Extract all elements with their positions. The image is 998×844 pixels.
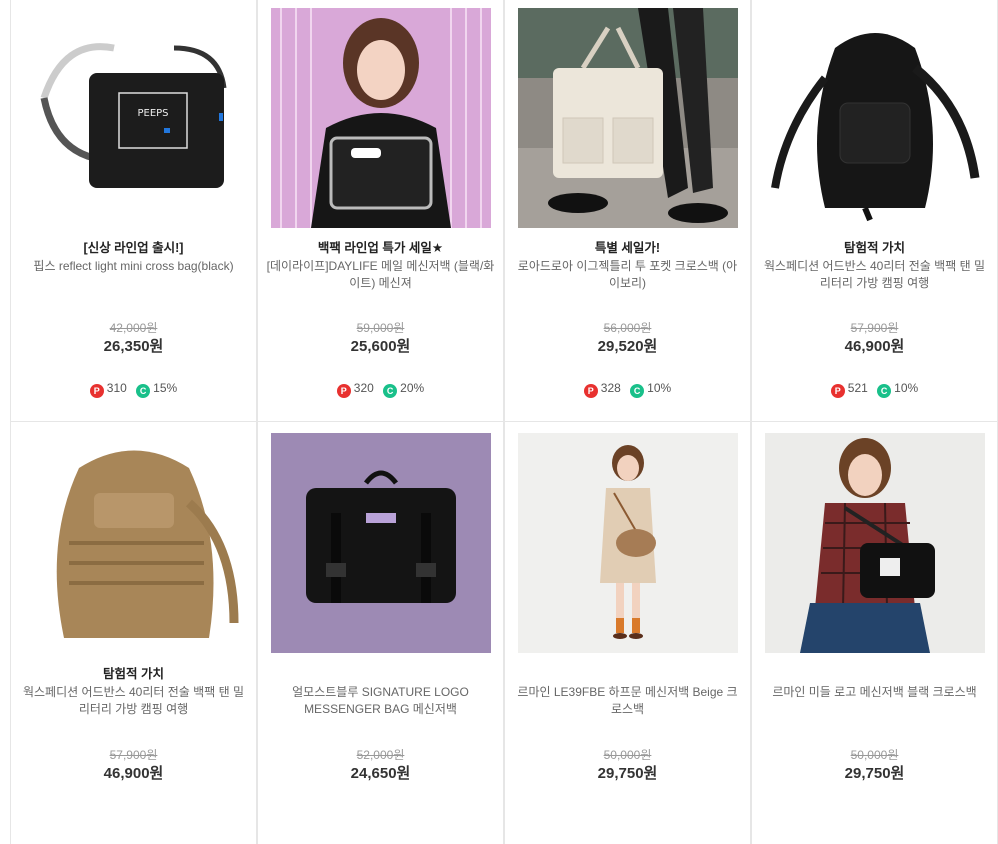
coupon-value: 10% [894, 381, 919, 395]
product-info: 얼모스트블루 SIGNATURE LOGO MESSENGER BAG 메신저백 [266, 666, 495, 718]
point-icon: P [583, 384, 598, 398]
product-card[interactable]: PEEPS [신상 라인업 출시!] 핍스 reflect light mini… [10, 0, 257, 422]
svg-text:PEEPS: PEEPS [137, 108, 168, 119]
product-image[interactable] [24, 433, 244, 653]
sale-price: 24,650원 [350, 765, 411, 782]
coupon-value: 20% [400, 381, 425, 395]
coupon-value: 15% [153, 381, 178, 395]
sale-price: 26,350원 [103, 338, 164, 355]
sale-price: 46,900원 [103, 765, 164, 782]
product-card[interactable]: 백팩 라인업 특가 세일★ [데이라이프]DAYLIFE 메일 메신저백 (블랙… [257, 0, 504, 422]
product-tagline [266, 666, 495, 683]
product-info: 탐험적 가치 웍스페디션 어드반스 40리터 전술 백팩 탠 밀리터리 가방 캠… [19, 666, 248, 718]
reward-info: P 521 C 10% [752, 381, 997, 398]
point-icon: P [336, 384, 351, 398]
original-price: 52,000원 [356, 748, 405, 762]
product-card[interactable]: 탐험적 가치 웍스페디션 어드반스 40리터 전술 백팩 탠 밀리터리 가방 캠… [751, 0, 998, 422]
product-info: 백팩 라인업 특가 세일★ [데이라이프]DAYLIFE 메일 메신저백 (블랙… [266, 240, 495, 292]
product-info: 특별 세일가! 로아드로아 이그젝틀리 투 포켓 크로스백 (아이보리) [513, 240, 742, 292]
original-price: 50,000원 [603, 748, 652, 762]
product-card[interactable]: 탐험적 가치 웍스페디션 어드반스 40리터 전술 백팩 탠 밀리터리 가방 캠… [10, 422, 257, 844]
coupon-icon: C [136, 384, 151, 398]
product-card[interactable]: 르마인 LE39FBE 하프문 메신저백 Beige 크로스백 50,000원 … [504, 422, 751, 844]
product-grid: PEEPS [신상 라인업 출시!] 핍스 reflect light mini… [10, 0, 998, 844]
price-block: 56,000원 29,520원 [505, 320, 750, 356]
original-price: 57,900원 [850, 321, 899, 335]
coupon-icon: C [630, 384, 645, 398]
original-price: 56,000원 [603, 321, 652, 335]
product-image[interactable] [518, 433, 738, 653]
price-block: 59,000원 25,600원 [258, 320, 503, 356]
sale-price: 29,750원 [844, 765, 905, 782]
product-card[interactable]: 얼모스트블루 SIGNATURE LOGO MESSENGER BAG 메신저백… [257, 422, 504, 844]
product-tagline: 탐험적 가치 [844, 241, 905, 255]
product-info: [신상 라인업 출시!] 핍스 reflect light mini cross… [19, 240, 248, 275]
coupon-icon: C [383, 384, 398, 398]
product-name[interactable]: 얼모스트블루 SIGNATURE LOGO MESSENGER BAG 메신저백 [266, 684, 495, 718]
product-name[interactable]: [데이라이프]DAYLIFE 메일 메신저백 (블랙/화이트) 메신져 [266, 258, 495, 292]
sale-price: 25,600원 [350, 338, 411, 355]
product-name[interactable]: 핍스 reflect light mini cross bag(black) [19, 258, 248, 275]
product-image[interactable] [271, 8, 491, 228]
product-card[interactable]: 특별 세일가! 로아드로아 이그젝틀리 투 포켓 크로스백 (아이보리) 56,… [504, 0, 751, 422]
product-tagline: [신상 라인업 출시!] [83, 241, 184, 255]
point-icon: P [830, 384, 845, 398]
coupon-value: 10% [647, 381, 672, 395]
original-price: 50,000원 [850, 748, 899, 762]
product-card[interactable]: 르마인 미들 로고 메신저백 블랙 크로스백 50,000원 29,750원 [751, 422, 998, 844]
product-name[interactable]: 로아드로아 이그젝틀리 투 포켓 크로스백 (아이보리) [513, 258, 742, 292]
sale-price: 29,520원 [597, 338, 658, 355]
reward-info: P 320 C 20% [258, 381, 503, 398]
product-info: 르마인 미들 로고 메신저백 블랙 크로스백 [760, 666, 989, 701]
sale-price: 29,750원 [597, 765, 658, 782]
product-name[interactable]: 웍스페디션 어드반스 40리터 전술 백팩 탠 밀리터리 가방 캠핑 여행 [760, 258, 989, 292]
product-tagline [760, 666, 989, 683]
original-price: 42,000원 [109, 321, 158, 335]
product-tagline: 백팩 라인업 특가 세일★ [317, 241, 444, 255]
point-value: 328 [600, 381, 621, 395]
product-tagline [513, 666, 742, 683]
product-name[interactable]: 르마인 미들 로고 메신저백 블랙 크로스백 [760, 684, 989, 701]
product-name[interactable]: 웍스페디션 어드반스 40리터 전술 백팩 탠 밀리터리 가방 캠핑 여행 [19, 684, 248, 718]
product-name[interactable]: 르마인 LE39FBE 하프문 메신저백 Beige 크로스백 [513, 684, 742, 718]
reward-info: P 328 C 10% [505, 381, 750, 398]
point-icon: P [89, 384, 104, 398]
original-price: 57,900원 [109, 748, 158, 762]
price-block: 42,000원 26,350원 [11, 320, 256, 356]
product-info: 탐험적 가치 웍스페디션 어드반스 40리터 전술 백팩 탠 밀리터리 가방 캠… [760, 240, 989, 292]
product-tagline: 탐험적 가치 [103, 667, 164, 681]
coupon-icon: C [877, 384, 892, 398]
product-image[interactable] [271, 433, 491, 653]
product-image[interactable] [765, 8, 985, 228]
reward-info: P 310 C 15% [11, 381, 256, 398]
point-value: 320 [353, 381, 374, 395]
product-image[interactable] [518, 8, 738, 228]
price-block: 57,900원 46,900원 [752, 320, 997, 356]
point-value: 310 [106, 381, 127, 395]
sale-price: 46,900원 [844, 338, 905, 355]
product-image[interactable] [765, 433, 985, 653]
product-image[interactable]: PEEPS [24, 8, 244, 228]
product-info: 르마인 LE39FBE 하프문 메신저백 Beige 크로스백 [513, 666, 742, 718]
point-value: 521 [847, 381, 868, 395]
original-price: 59,000원 [356, 321, 405, 335]
product-tagline: 특별 세일가! [594, 241, 661, 255]
